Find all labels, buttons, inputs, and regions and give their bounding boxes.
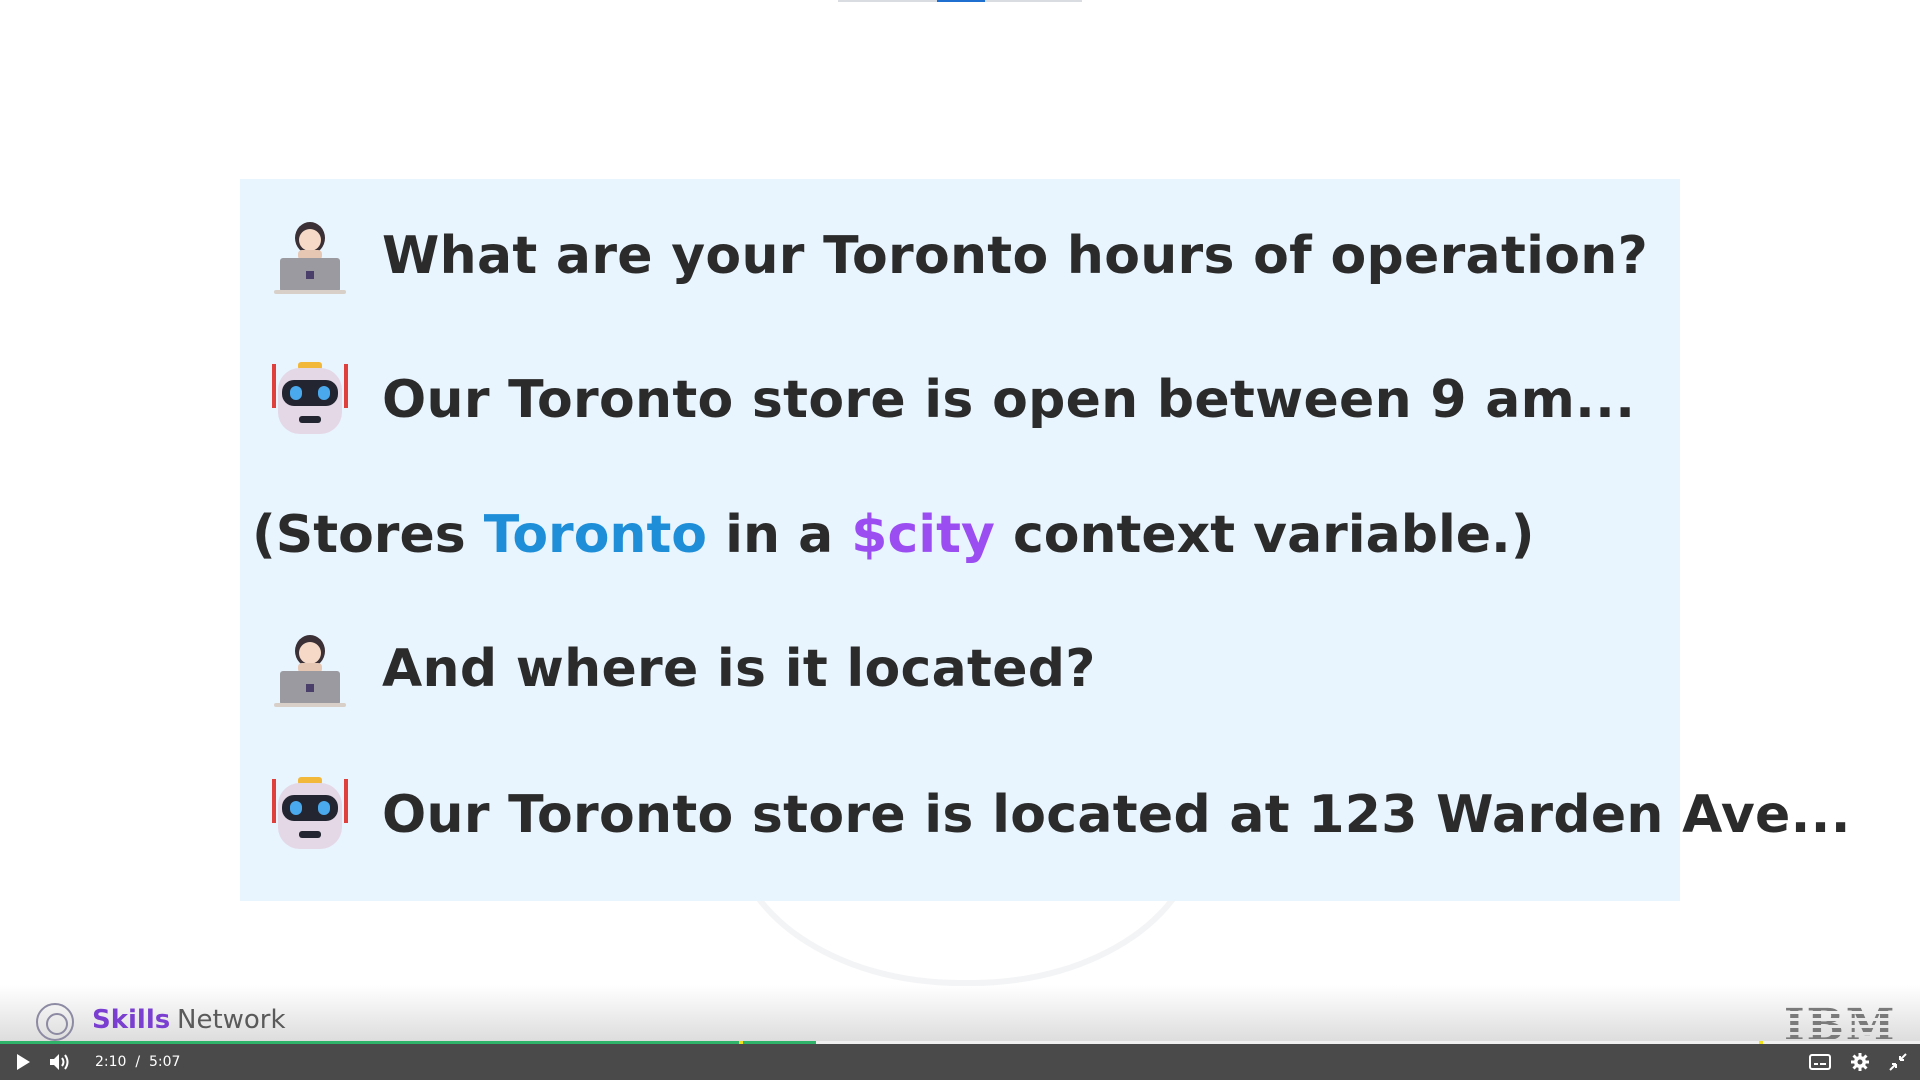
robot-icon	[272, 362, 348, 434]
chat-message-text: And where is it located?	[382, 639, 1096, 699]
video-control-bar: 2:10 / 5:07	[0, 1044, 1920, 1080]
branding-strip	[0, 985, 1920, 1044]
volume-button[interactable]	[48, 1052, 72, 1072]
exit-fullscreen-button[interactable]	[1886, 1052, 1910, 1072]
settings-gear-icon	[1851, 1053, 1869, 1071]
slide-progress-active-segment	[937, 0, 985, 2]
note-city-value: Toronto	[483, 505, 708, 565]
chat-message-user-2: And where is it located?	[268, 627, 1096, 711]
user-laptop-icon	[274, 635, 346, 707]
play-button[interactable]	[12, 1052, 34, 1072]
slide-progress-indicator	[838, 0, 1082, 2]
note-variable-name: $city	[851, 505, 995, 565]
playback-time: 2:10 / 5:07	[95, 1054, 180, 1070]
brand-network-text: Network	[177, 1005, 286, 1035]
skills-network-logo-icon	[36, 1003, 74, 1041]
play-icon	[17, 1054, 30, 1070]
chat-message-text: Our Toronto store is located at 123 Ward…	[382, 785, 1851, 845]
chat-message-text: Our Toronto store is open between 9 am..…	[382, 370, 1636, 430]
settings-button[interactable]	[1848, 1052, 1872, 1072]
captions-button[interactable]	[1808, 1052, 1832, 1072]
note-middle: in a	[707, 505, 852, 565]
note-prefix: (Stores	[252, 505, 484, 565]
chat-message-text: What are your Toronto hours of operation…	[382, 226, 1649, 286]
captions-icon	[1809, 1054, 1831, 1070]
user-laptop-icon	[274, 222, 346, 294]
chat-message-bot-1: Our Toronto store is open between 9 am..…	[268, 358, 1635, 442]
note-suffix: context variable.)	[994, 505, 1535, 565]
chat-message-user-1: What are your Toronto hours of operation…	[268, 214, 1648, 298]
time-separator: /	[135, 1054, 141, 1070]
brand-skills-text: Skills	[92, 1005, 171, 1035]
volume-icon	[50, 1054, 69, 1070]
chat-message-bot-2: Our Toronto store is located at 123 Ward…	[268, 773, 1851, 857]
current-time: 2:10	[95, 1054, 127, 1070]
context-variable-note: (Stores Toronto in a $city context varia…	[252, 505, 1535, 565]
duration: 5:07	[148, 1054, 181, 1070]
exit-fullscreen-icon	[1889, 1053, 1907, 1071]
robot-icon	[272, 777, 348, 849]
